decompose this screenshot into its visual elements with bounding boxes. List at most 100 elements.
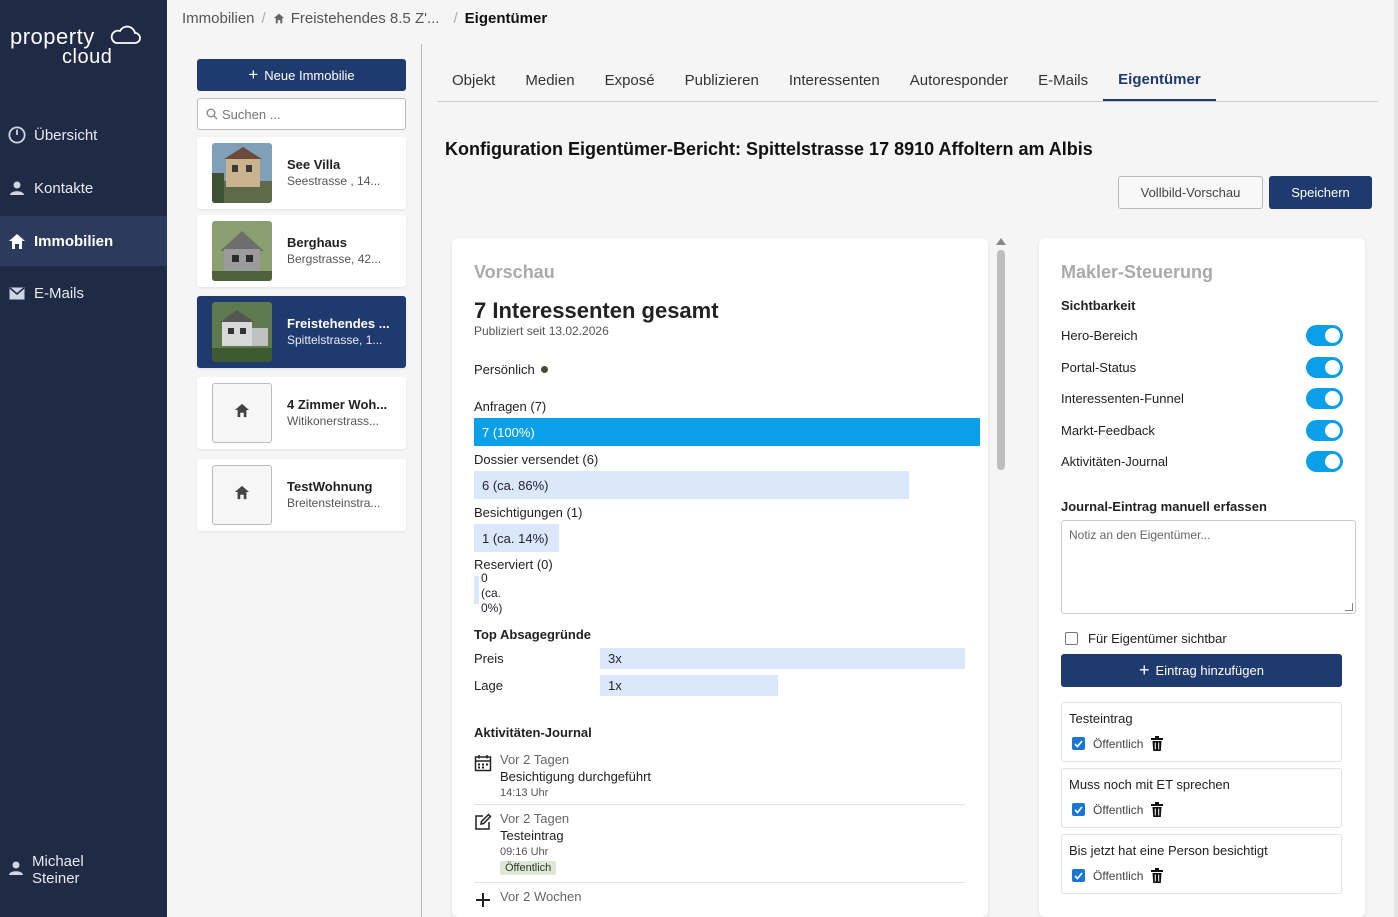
scroll-up-icon[interactable]: [996, 238, 1006, 245]
breadcrumb-root[interactable]: Immobilien: [182, 10, 255, 27]
personal-label: Persönlich: [474, 362, 548, 377]
nav-item-emails[interactable]: E-Mails: [0, 268, 167, 318]
property-item[interactable]: See Villa Seestrasse , 14...: [197, 137, 406, 209]
journal-divider: [474, 804, 965, 805]
journal-entry-card: Testeintrag Öffentlich: [1061, 702, 1342, 762]
toggle-label: Markt-Feedback: [1061, 422, 1155, 438]
toggle-switch[interactable]: [1306, 451, 1343, 472]
search-input[interactable]: Suchen ...: [197, 98, 406, 130]
toggle-switch[interactable]: [1306, 420, 1343, 441]
manual-journal-heading: Journal-Eintrag manuell erfassen: [1061, 499, 1267, 514]
toggle-label: Aktivitäten-Journal: [1061, 453, 1168, 469]
breadcrumb-current: Eigentümer: [464, 9, 548, 27]
toggle-switch[interactable]: [1306, 388, 1343, 409]
nav-item-kontakte[interactable]: Kontakte: [0, 163, 167, 213]
toggle-switch[interactable]: [1306, 357, 1343, 378]
search-placeholder: Suchen ...: [222, 106, 281, 122]
funnel-label: Besichtigungen (1): [474, 505, 583, 520]
breadcrumb-separator: /: [261, 9, 266, 27]
nav-label: Kontakte: [34, 179, 94, 197]
user-last-name: Steiner: [32, 870, 80, 887]
property-address: Spittelstrasse, 1...: [287, 333, 383, 347]
resize-handle-icon[interactable]: [1345, 603, 1353, 611]
brand-logo[interactable]: property cloud: [10, 22, 150, 72]
public-checkbox[interactable]: [1072, 803, 1085, 816]
journal-when: Vor 2 Tagen: [500, 811, 570, 826]
public-checkbox[interactable]: [1072, 869, 1085, 882]
property-name: See Villa: [287, 157, 341, 172]
column-divider: [421, 44, 422, 917]
tab-autoresponder[interactable]: Autoresponder: [895, 59, 1023, 101]
tab-emails[interactable]: E-Mails: [1023, 59, 1103, 101]
toggle-label: Portal-Status: [1061, 359, 1137, 375]
trash-icon[interactable]: [1151, 802, 1164, 817]
funnel-bar: 1 (ca. 14%): [474, 524, 559, 552]
property-name: Berghaus: [287, 235, 347, 250]
add-entry-button[interactable]: + Eintrag hinzufügen: [1061, 654, 1342, 687]
gauge-icon: [8, 126, 26, 144]
brand-line2: cloud: [62, 46, 113, 68]
toggle-row-hero: Hero-Bereich: [1061, 324, 1343, 346]
entry-text: Bis jetzt hat eine Person besichtigt: [1069, 843, 1268, 858]
reason-bar: 1x: [600, 675, 778, 696]
public-label: Öffentlich: [1093, 802, 1144, 817]
nav-item-immobilien[interactable]: Immobilien: [0, 216, 167, 266]
nav-item-uebersicht[interactable]: Übersicht: [0, 110, 167, 160]
save-button[interactable]: Speichern: [1269, 176, 1372, 209]
home-icon: [234, 403, 250, 423]
owner-note-textarea[interactable]: Notiz an den Eigentümer...: [1061, 520, 1356, 614]
public-label: Öffentlich: [1093, 868, 1144, 883]
reason-count: 1x: [608, 678, 622, 693]
plus-icon: +: [248, 65, 259, 84]
property-item[interactable]: Freistehendes ... Spittelstrasse, 1...: [197, 296, 406, 368]
edit-icon: [474, 813, 492, 836]
home-icon: [8, 232, 26, 250]
toggle-label: Hero-Bereich: [1061, 327, 1138, 343]
property-photo: [212, 143, 272, 203]
toggle-switch[interactable]: [1306, 325, 1343, 346]
nav-label: E-Mails: [34, 284, 85, 302]
journal-heading: Aktivitäten-Journal: [474, 725, 592, 740]
reason-label: Lage: [474, 678, 503, 693]
trash-icon[interactable]: [1151, 736, 1164, 751]
trash-icon[interactable]: [1151, 868, 1164, 883]
reason-bar: 3x: [600, 648, 965, 669]
property-photo: [212, 302, 272, 362]
owner-visible-label: Für Eigentümer sichtbar: [1088, 631, 1227, 646]
owner-visible-checkbox-row[interactable]: Für Eigentümer sichtbar: [1065, 631, 1227, 646]
property-address: Seestrasse , 14...: [287, 174, 381, 188]
tab-expose[interactable]: Exposé: [590, 59, 670, 101]
property-address: Breitensteinstra...: [287, 496, 381, 510]
toggle-row-activity-journal: Aktivitäten-Journal: [1061, 450, 1343, 472]
nav-label: Übersicht: [34, 126, 98, 144]
fullscreen-preview-button[interactable]: Vollbild-Vorschau: [1118, 176, 1263, 209]
property-item[interactable]: Berghaus Bergstrasse, 42...: [197, 215, 406, 287]
property-item[interactable]: TestWohnung Breitensteinstra...: [197, 459, 406, 531]
add-entry-label: Eintrag hinzufügen: [1155, 663, 1264, 678]
total-interested: 7 Interessenten gesamt: [474, 298, 719, 323]
tab-medien[interactable]: Medien: [510, 59, 589, 101]
person-icon: [8, 179, 26, 197]
breadcrumb-property[interactable]: Freistehendes 8.5 Z'...: [291, 10, 440, 27]
tab-publizieren[interactable]: Publizieren: [670, 59, 774, 101]
home-icon: [273, 13, 285, 24]
owner-visible-checkbox[interactable]: [1065, 632, 1078, 645]
scrollbar-thumb[interactable]: [997, 250, 1005, 470]
property-placeholder: [212, 383, 272, 443]
user-profile[interactable]: Michael Steiner: [8, 853, 84, 887]
property-name: Freistehendes ...: [287, 316, 390, 331]
journal-what: Besichtigung durchgeführt: [500, 769, 652, 784]
public-checkbox[interactable]: [1072, 737, 1085, 750]
property-address: Witikonerstrass...: [287, 414, 380, 428]
reasons-heading: Top Absagegründe: [474, 627, 591, 642]
published-since: Publiziert seit 13.02.2026: [474, 324, 609, 338]
tab-eigentuemer[interactable]: Eigentümer: [1103, 59, 1216, 101]
tab-interessenten[interactable]: Interessenten: [774, 59, 895, 101]
entry-public-row: Öffentlich: [1072, 736, 1164, 751]
tab-objekt[interactable]: Objekt: [437, 59, 510, 101]
property-item[interactable]: 4 Zimmer Woh... Witikonerstrass...: [197, 377, 406, 449]
new-property-button[interactable]: + Neue Immobilie: [197, 59, 406, 91]
preview-scrollbar[interactable]: [994, 238, 1008, 917]
journal-time: 09:16 Uhr: [500, 846, 549, 858]
reason-count: 3x: [608, 651, 622, 666]
